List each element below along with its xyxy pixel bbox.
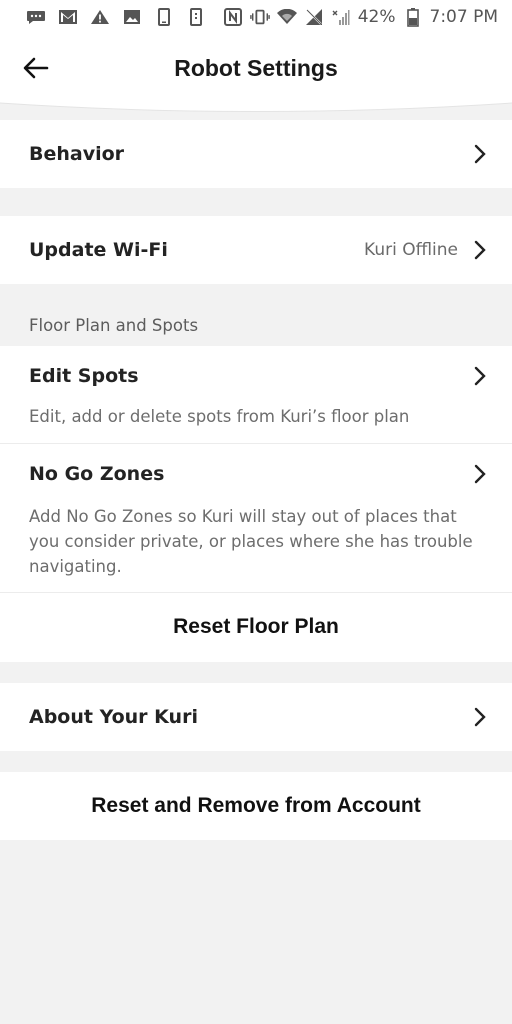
edit-spots-row[interactable]: Edit Spots (0, 346, 512, 404)
chevron-right-icon (474, 365, 488, 387)
no-signal-icon (304, 9, 324, 25)
about-label: About Your Kuri (29, 706, 198, 728)
description-line: navigating. (29, 557, 122, 576)
vibrate-icon (249, 9, 270, 25)
floor-plan-section-label: Floor Plan and Spots (29, 316, 199, 335)
update-wifi-row[interactable]: Update Wi-Fi Kuri Offline (0, 216, 512, 284)
no-go-zones-item[interactable]: No Go Zones Add No Go Zones so Kuri will… (0, 444, 512, 592)
warning-icon (90, 9, 110, 25)
description-line: Add No Go Zones so Kuri will stay out of… (29, 507, 457, 526)
app-header: Robot Settings (0, 34, 512, 102)
wifi-icon (276, 9, 297, 25)
arrow-left-icon (23, 57, 49, 79)
update-wifi-label: Update Wi-Fi (29, 239, 168, 261)
page-title: Robot Settings (174, 54, 338, 81)
reset-remove-card: Reset and Remove from Account (0, 772, 512, 840)
signal-x-icon (331, 9, 351, 25)
behavior-row[interactable]: Behavior (0, 120, 512, 188)
back-button[interactable] (20, 54, 52, 82)
chevron-right-icon (474, 143, 488, 165)
chevron-right-icon (474, 706, 488, 728)
no-go-zones-label: No Go Zones (29, 463, 165, 485)
nfc-icon (223, 8, 243, 26)
description-line: you consider private, or places where sh… (29, 532, 473, 551)
edit-spots-label: Edit Spots (29, 365, 139, 387)
no-go-zones-description: Add No Go Zones so Kuri will stay out of… (0, 504, 512, 579)
message-icon (26, 9, 46, 25)
chevron-right-icon (474, 463, 488, 485)
wifi-status-value: Kuri Offline (364, 240, 458, 260)
edit-spots-item[interactable]: Edit Spots Edit, add or delete spots fro… (0, 346, 512, 443)
about-card: About Your Kuri (0, 683, 512, 751)
photo-icon (122, 9, 142, 25)
sim-icon (186, 8, 206, 26)
status-bar: 42% 7:07 PM (0, 0, 512, 34)
about-your-kuri-row[interactable]: About Your Kuri (0, 683, 512, 751)
header-divider (0, 100, 512, 112)
battery-icon (403, 8, 423, 27)
chevron-right-icon (474, 239, 488, 261)
behavior-label: Behavior (29, 143, 125, 165)
edit-spots-description: Edit, add or delete spots from Kuri’s fl… (29, 407, 410, 426)
gmail-icon (58, 9, 78, 25)
wifi-card: Update Wi-Fi Kuri Offline (0, 216, 512, 284)
floor-plan-card: Edit Spots Edit, add or delete spots fro… (0, 346, 512, 662)
reset-and-remove-button[interactable]: Reset and Remove from Account (0, 772, 512, 840)
no-go-zones-row[interactable]: No Go Zones (0, 444, 512, 504)
battery-percent: 42% (357, 7, 396, 27)
reset-floor-plan-button[interactable]: Reset Floor Plan (0, 593, 512, 661)
clock: 7:07 PM (429, 7, 499, 27)
phone-outline-icon (154, 8, 174, 26)
behavior-card: Behavior (0, 120, 512, 188)
